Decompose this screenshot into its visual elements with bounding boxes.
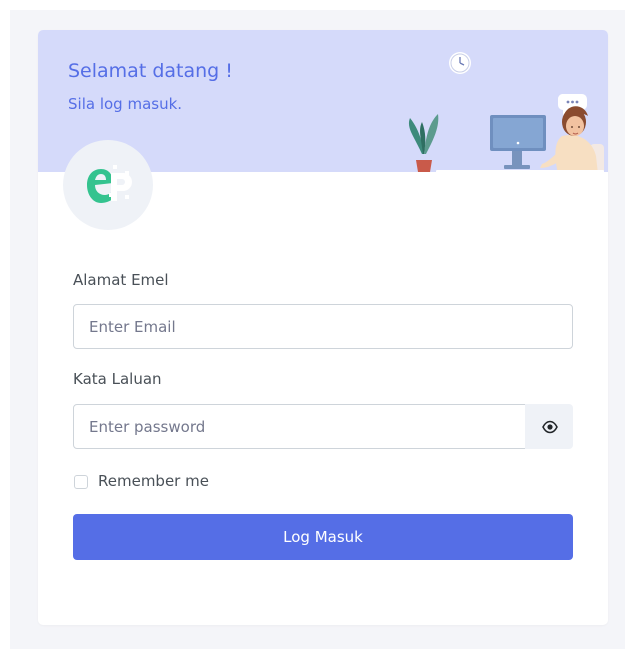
woman-at-desk-illustration <box>408 52 604 172</box>
login-card: Selamat datang ! Sila log masuk. Alamat … <box>38 30 608 625</box>
logo-avatar <box>63 140 153 230</box>
password-input[interactable] <box>73 404 526 449</box>
welcome-title: Selamat datang ! <box>68 60 233 82</box>
password-label: Kata Laluan <box>73 370 162 388</box>
email-input[interactable] <box>73 304 573 349</box>
remember-me-checkbox[interactable] <box>74 475 88 489</box>
email-label: Alamat Emel <box>73 271 169 289</box>
ep-logo-icon <box>87 165 132 203</box>
login-button[interactable]: Log Masuk <box>73 514 573 560</box>
show-password-button[interactable] <box>525 404 573 449</box>
welcome-subtitle: Sila log masuk. <box>68 95 183 113</box>
remember-me-label[interactable]: Remember me <box>98 472 209 490</box>
eye-icon <box>542 420 558 434</box>
